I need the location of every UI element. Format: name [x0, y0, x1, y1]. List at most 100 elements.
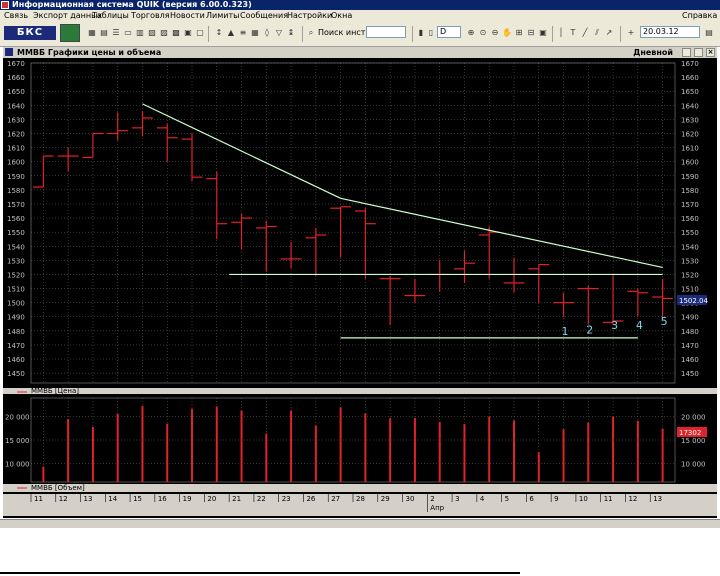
date-tick-label: 19: [183, 495, 192, 503]
zoom-in-icon[interactable]: ⊕: [466, 28, 476, 38]
price-tick-label-left: 1530: [7, 257, 25, 265]
menu-item-messages[interactable]: Сообщения: [240, 10, 288, 22]
calc-icon[interactable]: ▦: [250, 28, 260, 38]
chart-icon[interactable]: ▲: [226, 28, 236, 38]
date-tick-label: 6: [529, 495, 534, 503]
deals-icon[interactable]: ▧: [147, 28, 157, 38]
window-icon[interactable]: ▭: [123, 28, 133, 38]
vertical-line-icon[interactable]: │: [556, 28, 566, 38]
broker-logo: БКС: [4, 26, 56, 40]
volume-grid: [30, 397, 676, 483]
menu-item-settings[interactable]: Настройки: [287, 10, 332, 22]
menu-item-windows[interactable]: Окна: [331, 10, 352, 22]
hand-icon[interactable]: ✋: [502, 28, 512, 38]
target-icon[interactable]: ⊙: [478, 28, 488, 38]
channel-icon[interactable]: ⫽: [592, 28, 602, 38]
scale-icon[interactable]: ⊞: [514, 28, 524, 38]
price-tick-label-left: 1660: [7, 74, 25, 82]
window-titlebar: Информационная система QUIK (версия 6.00…: [0, 0, 720, 10]
status-bar: [0, 519, 720, 528]
menu-item-limits[interactable]: Лимиты: [206, 10, 239, 22]
properties-icon[interactable]: ▣: [538, 28, 548, 38]
logo-image-icon: [60, 24, 80, 42]
date-input[interactable]: 20.03.12: [640, 26, 700, 38]
arrow-icon[interactable]: ↗: [604, 28, 614, 38]
menu-item-news[interactable]: Новости: [170, 10, 205, 22]
price-tick-label-right: 1570: [681, 201, 699, 209]
chart-area[interactable]: 1450 1450 1460 1460 1470 1470 1480 1480 1490 1490…: [3, 58, 717, 518]
minimize-icon[interactable]: [682, 48, 691, 57]
price-tick-label-right: 1670: [681, 60, 699, 68]
volume-bars: [42, 405, 664, 482]
price-tick-label-left: 1630: [7, 116, 25, 124]
list-icon[interactable]: ☰: [111, 28, 121, 38]
price-tick-label-left: 1510: [7, 286, 25, 294]
price-legend-label: ММВБ [Цена]: [31, 387, 79, 395]
orders-icon[interactable]: ▥: [135, 28, 145, 38]
quotes-icon[interactable]: ▣: [183, 28, 193, 38]
volume-tick-label-left: 15 000: [5, 437, 30, 445]
params-icon[interactable]: ⊟: [526, 28, 536, 38]
window-title: Информационная система QUIK (версия 6.00…: [12, 0, 252, 9]
pin-icon[interactable]: ↕: [214, 28, 224, 38]
search-icon[interactable]: ⌕: [306, 28, 316, 38]
table-icon[interactable]: ▦: [87, 28, 97, 38]
news-icon[interactable]: ▢: [195, 28, 205, 38]
price-tick-label-right: 1450: [681, 370, 699, 378]
price-tick-label-right: 1480: [681, 328, 699, 336]
zoom-out-icon[interactable]: ⊖: [490, 28, 500, 38]
date-tick-label: 3: [455, 495, 459, 503]
volume-tick-label-right: 20 000: [681, 414, 706, 422]
menu-item-help[interactable]: Справка: [682, 10, 717, 22]
bar-chart-icon[interactable]: ▮: [416, 28, 426, 38]
wave-label-5: 5: [661, 315, 668, 328]
menu-bar: Связь Экспорт данных Таблицы Торговля Но…: [0, 10, 720, 22]
date-tick-label: 26: [306, 495, 315, 503]
date-tick-label: 4: [480, 495, 485, 503]
price-tick-label-left: 1620: [7, 130, 25, 138]
price-tick-label-left: 1580: [7, 187, 25, 195]
price-tick-label-right: 1630: [681, 116, 699, 124]
date-tick-label: 14: [108, 495, 117, 503]
chart-window-title: ММВБ Графики цены и объема: [17, 48, 162, 57]
menu-item-trading[interactable]: Торговля: [131, 10, 170, 22]
toolbar-separator: [208, 26, 209, 42]
maximize-icon[interactable]: [694, 48, 703, 57]
trend-line-icon[interactable]: ╱: [580, 28, 590, 38]
menu-item-connection[interactable]: Связь: [4, 10, 28, 22]
price-tick-label-right: 1550: [681, 229, 699, 237]
close-icon[interactable]: ×: [706, 48, 715, 57]
crosshair-icon[interactable]: +: [626, 28, 636, 38]
chart-svg[interactable]: 1450 1450 1460 1460 1470 1470 1480 1480 1490 1490…: [3, 58, 717, 518]
sort-icon[interactable]: ↨: [286, 28, 296, 38]
date-tick-label: 12: [628, 495, 637, 503]
filter-icon[interactable]: ▽: [274, 28, 284, 38]
candle-icon[interactable]: ▯: [426, 28, 436, 38]
text-tool-icon[interactable]: T: [568, 28, 578, 38]
toolbar: БКС ▦ ▤ ☰ ▭ ▥ ▧ ▨ ▩ ▣ ▢ ↕ ▲ ≡ ▦ ◊ ▽ ↨ ⌕ …: [0, 22, 720, 47]
menu-item-tables[interactable]: Таблицы: [92, 10, 129, 22]
portfolio-icon[interactable]: ▩: [171, 28, 181, 38]
alert-icon[interactable]: ◊: [262, 28, 272, 38]
date-tick-label: 10: [579, 495, 588, 503]
date-axis: 11 12 13 14 15 16 19 20 21 22 23 26 27 28 29 30 2 3 4 5 6 9 10…: [3, 494, 717, 516]
price-tick-label-left: 1550: [7, 229, 25, 237]
wave-label-4: 4: [636, 319, 643, 332]
toolbar-separator: [620, 26, 621, 42]
positions-icon[interactable]: ▨: [159, 28, 169, 38]
price-tick-label-left: 1590: [7, 173, 25, 181]
date-tick-label: 20: [207, 495, 216, 503]
period-select[interactable]: D: [437, 26, 461, 38]
date-tick-label: 28: [356, 495, 365, 503]
date-tick-label: 27: [331, 495, 340, 503]
date-tick-label: 13: [653, 495, 662, 503]
ticker-icon[interactable]: ≡: [238, 28, 248, 38]
panel-divider[interactable]: [3, 388, 717, 394]
price-axis-labels: 1450 1450 1460 1460 1470 1470 1480 1480 1490 1490…: [7, 60, 699, 378]
search-input[interactable]: [366, 26, 406, 38]
grid-icon[interactable]: ▤: [99, 28, 109, 38]
price-tick-label-left: 1560: [7, 215, 25, 223]
calendar-icon[interactable]: ▤: [704, 28, 714, 38]
month-label: Апр: [430, 504, 444, 512]
price-tick-label-left: 1480: [7, 328, 25, 336]
